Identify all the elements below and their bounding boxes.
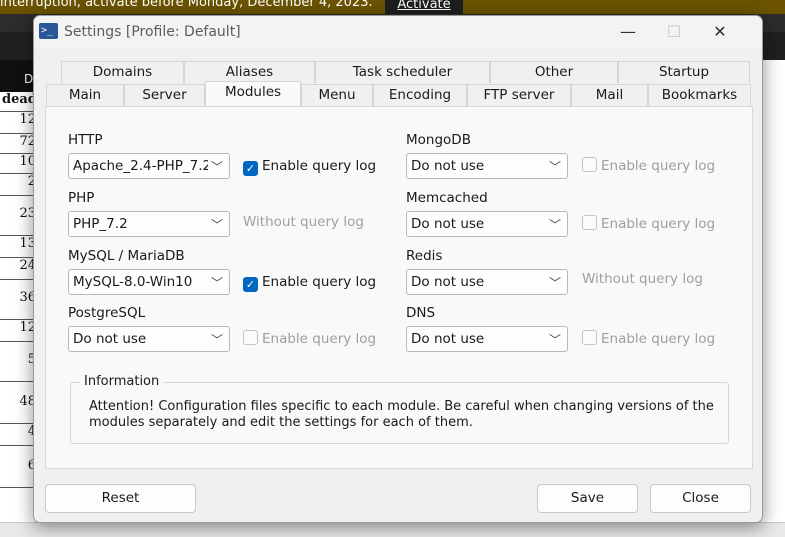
chevron-down-icon: ﹀	[548, 218, 561, 232]
memcached-select[interactable]: Do not use ﹀	[406, 211, 568, 237]
background-bottom-bar	[0, 522, 785, 537]
mysql-select-value: MySQL-8.0-Win10	[73, 274, 193, 290]
tab-mail[interactable]: Mail	[571, 84, 648, 106]
chevron-down-icon: ﹀	[210, 333, 223, 347]
tab-startup[interactable]: Startup	[618, 61, 750, 83]
chevron-down-icon: ﹀	[210, 160, 223, 174]
mysql-select[interactable]: MySQL-8.0-Win10 ﹀	[68, 269, 230, 295]
tab-ftp-server[interactable]: FTP server	[467, 84, 571, 106]
redis-select[interactable]: Do not use ﹀	[406, 269, 568, 295]
chevron-down-icon: ﹀	[210, 218, 223, 232]
http-select[interactable]: Apache_2.4-PHP_7.2- ﹀	[68, 153, 230, 179]
mongodb-query-log-label: Enable query log	[601, 158, 716, 174]
chevron-down-icon: ﹀	[548, 276, 561, 290]
mongodb-select[interactable]: Do not use ﹀	[406, 153, 568, 179]
http-query-log-label: Enable query log	[262, 158, 377, 174]
dns-query-log-checkbox[interactable]: Enable query log	[582, 329, 715, 349]
tab-modules[interactable]: Modules	[205, 81, 301, 106]
redis-select-value: Do not use	[411, 274, 485, 290]
maximize-button[interactable]: ☐	[651, 16, 697, 48]
minimize-button[interactable]: —	[605, 16, 651, 48]
postgresql-select[interactable]: Do not use ﹀	[68, 326, 230, 352]
reset-button[interactable]: Reset	[45, 484, 196, 513]
php-query-log-status: Without query log	[243, 214, 364, 230]
redis-label: Redis	[406, 248, 443, 264]
memcached-query-log-checkbox[interactable]: Enable query log	[582, 214, 715, 234]
title-bar: >_ Settings [Profile: Default] — ☐ ✕	[34, 16, 762, 48]
tab-server[interactable]: Server	[124, 84, 205, 106]
memcached-select-value: Do not use	[411, 216, 485, 232]
php-select-value: PHP_7.2	[73, 216, 128, 232]
information-title: Information	[80, 374, 164, 389]
terminal-icon: >_	[39, 23, 58, 39]
close-window-button[interactable]: ✕	[697, 16, 743, 48]
memcached-label: Memcached	[406, 190, 488, 206]
redis-query-log-status: Without query log	[582, 271, 703, 287]
tab-aliases[interactable]: Aliases	[184, 61, 315, 83]
postgresql-select-value: Do not use	[73, 331, 147, 347]
dns-query-log-label: Enable query log	[601, 331, 716, 347]
check-icon: ✓	[243, 277, 258, 292]
close-button[interactable]: Close	[650, 484, 751, 513]
tab-task-scheduler[interactable]: Task scheduler	[315, 61, 490, 83]
postgresql-query-log-label: Enable query log	[262, 331, 377, 347]
dns-label: DNS	[406, 305, 436, 321]
mongodb-query-log-checkbox[interactable]: Enable query log	[582, 156, 715, 176]
http-select-value: Apache_2.4-PHP_7.2-	[73, 158, 208, 174]
activate-button[interactable]: Activate	[385, 0, 463, 14]
mysql-query-log-label: Enable query log	[262, 274, 377, 290]
dns-select-value: Do not use	[411, 331, 485, 347]
check-icon: ✓	[243, 161, 258, 176]
save-button[interactable]: Save	[537, 484, 638, 513]
php-label: PHP	[68, 190, 95, 206]
tab-encoding[interactable]: Encoding	[373, 84, 467, 106]
background-right-column	[760, 60, 785, 537]
chevron-down-icon: ﹀	[548, 333, 561, 347]
mysql-label: MySQL / MariaDB	[68, 248, 185, 264]
information-group: Information Attention! Configuration fil…	[70, 374, 729, 444]
postgresql-label: PostgreSQL	[68, 305, 146, 321]
settings-dialog: >_ Settings [Profile: Default] — ☐ ✕ Dom…	[33, 15, 763, 523]
dialog-title: Settings [Profile: Default]	[64, 24, 241, 40]
tab-other[interactable]: Other	[490, 61, 618, 83]
tab-domains[interactable]: Domains	[61, 61, 184, 83]
dns-select[interactable]: Do not use ﹀	[406, 326, 568, 352]
tab-bookmarks[interactable]: Bookmarks	[648, 84, 751, 106]
tab-menu[interactable]: Menu	[301, 84, 373, 106]
chevron-down-icon: ﹀	[548, 160, 561, 174]
mongodb-label: MongoDB	[406, 132, 471, 148]
postgresql-query-log-checkbox[interactable]: Enable query log	[243, 329, 376, 349]
mongodb-select-value: Do not use	[411, 158, 485, 174]
http-label: HTTP	[68, 132, 103, 148]
column-header-d: D	[24, 72, 34, 86]
http-query-log-checkbox[interactable]: ✓ Enable query log	[243, 156, 376, 176]
tab-main[interactable]: Main	[46, 84, 124, 106]
modules-panel: HTTP Apache_2.4-PHP_7.2- ﹀ ✓ Enable query…	[45, 106, 753, 469]
banner-text: interruption, activate before Monday, De…	[0, 0, 373, 10]
chevron-down-icon: ﹀	[210, 276, 223, 290]
php-select[interactable]: PHP_7.2 ﹀	[68, 211, 230, 237]
activation-banner: interruption, activate before Monday, De…	[0, 0, 785, 14]
information-text: Attention! Configuration files specific …	[89, 399, 714, 430]
mysql-query-log-checkbox[interactable]: ✓ Enable query log	[243, 272, 376, 292]
memcached-query-log-label: Enable query log	[601, 216, 716, 232]
